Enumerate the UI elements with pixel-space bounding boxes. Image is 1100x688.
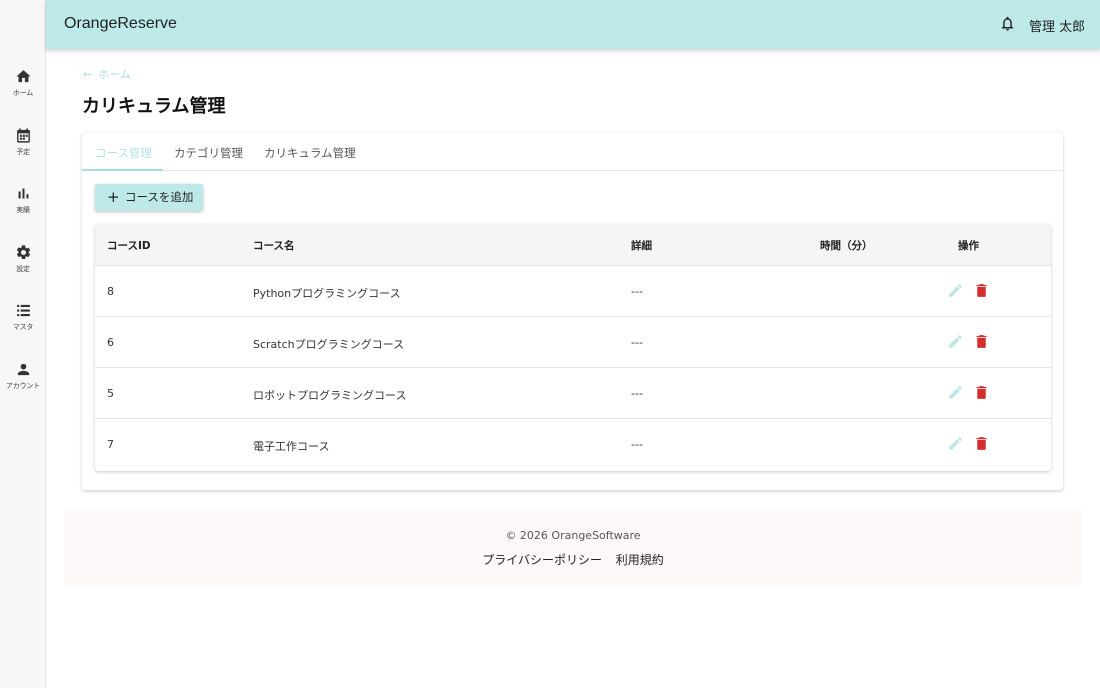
user-menu[interactable]: 管理 太郎: [1029, 16, 1085, 35]
edit-button[interactable]: [947, 282, 964, 299]
sidebar-item-settings[interactable]: 設定: [0, 244, 46, 274]
sidebar-item-label: マスタ: [12, 323, 34, 331]
trash-icon: [976, 386, 987, 399]
terms-link[interactable]: 利用規約: [616, 553, 664, 567]
sidebar-item-label: 設定: [16, 265, 30, 273]
pencil-icon: [949, 386, 962, 399]
gear-icon: [16, 245, 30, 260]
column-header-detail: 詳細: [631, 240, 652, 252]
cell-name: ロボットプログラミングコース: [253, 389, 407, 402]
cell-id: 7: [107, 438, 114, 451]
pencil-icon: [949, 284, 962, 297]
sidebar-item-schedule[interactable]: 予定: [0, 127, 46, 157]
sidebar-item-account[interactable]: アカウント: [0, 361, 46, 391]
table-row: 5 ロボットプログラミングコース ---: [95, 368, 1051, 419]
sidebar-item-label: ホーム: [12, 89, 34, 97]
breadcrumb-home-link[interactable]: ← ホーム: [83, 66, 131, 82]
course-card: コース管理 カテゴリ管理 カリキュラム管理 + コースを追加 コースID コース…: [82, 133, 1063, 490]
add-course-button[interactable]: + コースを追加: [95, 184, 203, 211]
column-header-name: コース名: [253, 240, 295, 252]
tab-course-management[interactable]: コース管理: [95, 145, 152, 161]
tab-bar: コース管理 カテゴリ管理 カリキュラム管理: [82, 133, 1063, 171]
column-header-id: コースID: [107, 240, 151, 252]
cell-detail: ---: [631, 438, 643, 451]
calendar-icon: [16, 128, 30, 143]
sidebar-item-label: 実績: [16, 206, 30, 214]
cell-name: Pythonプログラミングコース: [253, 287, 401, 300]
sidebar-item-master[interactable]: マスタ: [0, 302, 46, 332]
sidebar-item-label: アカウント: [6, 382, 40, 390]
footer-links: プライバシーポリシー 利用規約: [64, 551, 1082, 568]
pencil-icon: [949, 335, 962, 348]
footer: © 2026 OrangeSoftware プライバシーポリシー 利用規約: [64, 509, 1082, 585]
course-table: コースID コース名 詳細 時間（分） 操作 8 Pythonプログラミングコー…: [95, 224, 1051, 471]
add-course-label: コースを追加: [125, 190, 194, 204]
arrow-left-icon: ←: [83, 68, 93, 81]
copyright-text: © 2026 OrangeSoftware: [505, 529, 641, 542]
list-icon: [16, 304, 30, 317]
page-title: カリキュラム管理: [82, 96, 226, 117]
table-row: 7 電子工作コース ---: [95, 419, 1051, 470]
sidebar-item-label: 予定: [16, 148, 30, 156]
cell-id: 5: [107, 387, 114, 400]
delete-button[interactable]: [973, 435, 990, 452]
table-row: 8 Pythonプログラミングコース ---: [95, 266, 1051, 317]
sidebar-item-home[interactable]: ホーム: [0, 68, 46, 98]
app-title[interactable]: OrangeReserve: [64, 15, 177, 33]
trash-icon: [976, 284, 987, 297]
edit-button[interactable]: [947, 333, 964, 350]
column-header-actions: 操作: [958, 240, 979, 252]
tab-category-management[interactable]: カテゴリ管理: [174, 145, 243, 161]
cell-detail: ---: [631, 387, 643, 400]
home-icon: [15, 70, 31, 83]
trash-icon: [976, 437, 987, 450]
cell-detail: ---: [631, 336, 643, 349]
cell-name: Scratchプログラミングコース: [253, 338, 405, 351]
tab-curriculum-management[interactable]: カリキュラム管理: [264, 145, 356, 161]
notification-button[interactable]: [999, 15, 1016, 32]
breadcrumb-label: ホーム: [98, 68, 131, 81]
cell-detail: ---: [631, 285, 643, 298]
cell-id: 6: [107, 336, 114, 349]
delete-button[interactable]: [973, 384, 990, 401]
pencil-icon: [949, 437, 962, 450]
bell-icon: [1001, 16, 1014, 31]
table-row: 6 Scratchプログラミングコース ---: [95, 317, 1051, 368]
plus-icon: +: [107, 188, 120, 206]
bar-chart-icon: [18, 188, 28, 199]
sidebar-item-results[interactable]: 実績: [0, 185, 46, 215]
column-header-time: 時間（分）: [820, 240, 873, 252]
delete-button[interactable]: [973, 282, 990, 299]
active-tab-indicator: [82, 169, 163, 171]
cell-name: 電子工作コース: [253, 440, 330, 453]
edit-button[interactable]: [947, 435, 964, 452]
table-header: コースID コース名 詳細 時間（分） 操作: [95, 224, 1051, 266]
sidebar: ホーム 予定 実績 設定 マスタ アカウント: [0, 0, 46, 688]
edit-button[interactable]: [947, 384, 964, 401]
cell-id: 8: [107, 285, 114, 298]
trash-icon: [976, 335, 987, 348]
app-header: OrangeReserve 管理 太郎: [46, 0, 1100, 49]
privacy-policy-link[interactable]: プライバシーポリシー: [482, 553, 602, 567]
person-icon: [17, 363, 29, 376]
delete-button[interactable]: [973, 333, 990, 350]
